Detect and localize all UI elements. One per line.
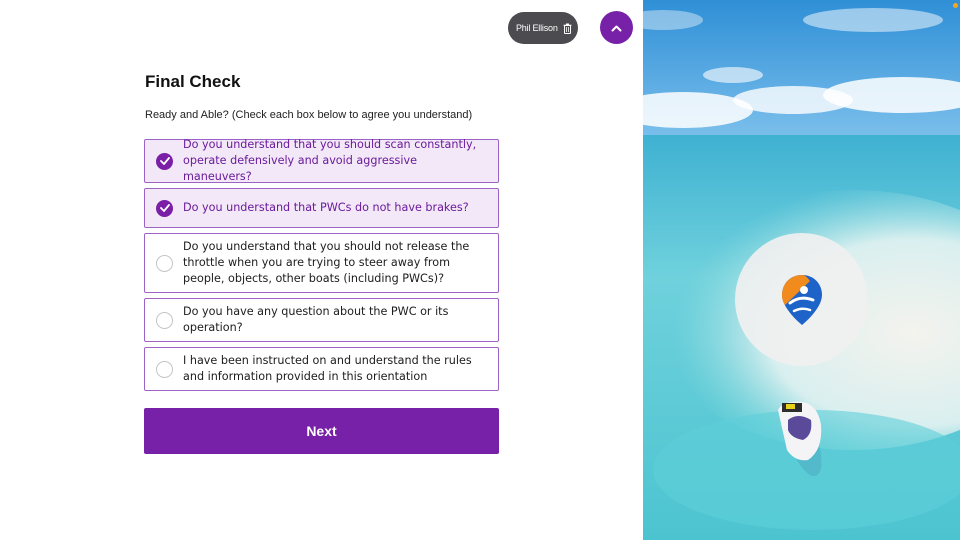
brand-logo-badge — [735, 233, 868, 366]
user-name: Phil Ellison — [516, 23, 558, 33]
status-dot — [953, 3, 958, 8]
location-pin-logo-icon — [781, 274, 822, 325]
checklist-item-rules[interactable]: I have been instructed on and understand… — [144, 347, 499, 391]
checklist-item-label: Do you have any question about the PWC o… — [183, 305, 449, 334]
main-panel: Phil Ellison Final Check Ready and Able?… — [0, 0, 643, 540]
check-icon — [159, 204, 170, 212]
checklist-item-label: Do you understand that PWCs do not have … — [183, 201, 469, 214]
checklist-item-label: Do you understand that you should not re… — [183, 240, 470, 285]
checkbox-unchecked[interactable] — [156, 311, 173, 329]
checkbox-checked[interactable] — [156, 199, 173, 217]
checklist-item-throttle[interactable]: Do you understand that you should not re… — [144, 233, 499, 293]
checkbox-checked[interactable] — [156, 152, 173, 170]
check-icon — [159, 157, 170, 165]
chevron-up-icon — [611, 25, 622, 31]
checklist-item-brakes[interactable]: Do you understand that PWCs do not have … — [144, 188, 499, 228]
page-subtitle: Ready and Able? (Check each box below to… — [145, 109, 473, 121]
checklist-item-label: Do you understand that you should scan c… — [183, 138, 477, 183]
page-title: Final Check — [145, 72, 241, 91]
checklist-item-label: I have been instructed on and understand… — [183, 354, 472, 383]
checklist-item-scan[interactable]: Do you understand that you should scan c… — [144, 138, 499, 183]
collapse-button[interactable] — [600, 11, 633, 44]
trash-icon[interactable] — [563, 23, 572, 34]
next-button[interactable]: Next — [144, 408, 499, 454]
user-chip[interactable]: Phil Ellison — [508, 12, 578, 44]
checkbox-unchecked[interactable] — [156, 360, 173, 378]
checklist-item-questions[interactable]: Do you have any question about the PWC o… — [144, 298, 499, 342]
checkbox-unchecked[interactable] — [156, 254, 173, 272]
